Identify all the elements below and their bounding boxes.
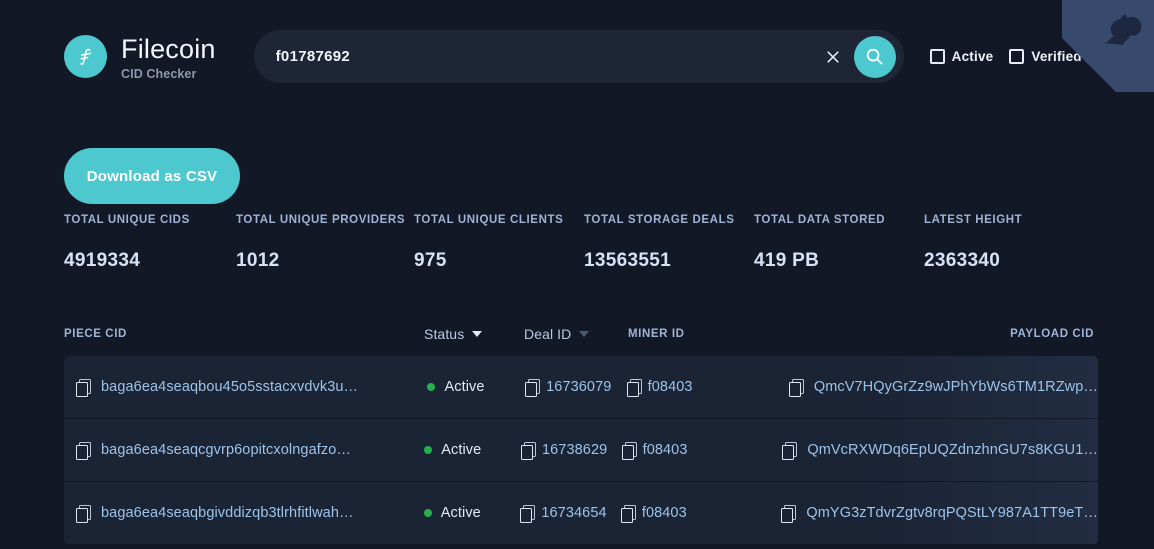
table-header-row: PIECE CID Status Deal ID MINER ID PAYLOA… <box>64 320 1098 348</box>
copy-icon[interactable] <box>521 442 536 459</box>
stat-label-total-unique-cids: TOTAL UNIQUE CIDS <box>64 214 236 250</box>
payload-cid-value: QmYG3zTdvrZgtv8rqPQStLY987A1TT9eT… <box>806 505 1098 521</box>
stat-value-latest-height: 2363340 <box>924 250 1090 272</box>
brand-subtitle: CID Checker <box>121 68 216 81</box>
search-bar[interactable] <box>254 30 904 83</box>
piece-cid-value: baga6ea4seaqbou45o5sstacxvdvk3u… <box>101 379 358 395</box>
copy-icon[interactable] <box>76 379 91 396</box>
column-header-miner-id: MINER ID <box>628 328 788 340</box>
copy-icon[interactable] <box>622 442 637 459</box>
stat-value-total-data-stored: 419 PB <box>754 250 924 272</box>
column-header-deal-id[interactable]: Deal ID <box>524 326 628 342</box>
copy-icon[interactable] <box>525 379 540 396</box>
copy-icon[interactable] <box>76 505 91 522</box>
status-label: Active <box>441 442 481 458</box>
page-title: Filecoin <box>121 35 216 65</box>
app-header: Filecoin CID Checker Active Verified <box>0 0 1154 113</box>
brand-text: Filecoin CID Checker <box>121 33 216 80</box>
cell-miner-id: f08403 <box>627 379 783 396</box>
cell-deal-id: 16736079 <box>525 379 627 396</box>
stat-value-total-storage-deals: 13563551 <box>584 250 754 272</box>
table-row[interactable]: baga6ea4seaqbgivddizqb3tlrhfitlwah… Acti… <box>64 482 1098 545</box>
column-header-status[interactable]: Status <box>424 326 524 342</box>
cell-piece-cid: baga6ea4seaqcgvrp6opitcxolngafzo… <box>76 442 424 459</box>
cell-deal-id: 16734654 <box>520 505 620 522</box>
miner-id-value: f08403 <box>643 442 688 458</box>
copy-icon[interactable] <box>621 505 636 522</box>
chevron-down-icon <box>579 331 589 337</box>
copy-icon[interactable] <box>520 505 535 522</box>
copy-icon[interactable] <box>781 505 796 522</box>
filter-group: Active Verified <box>930 49 1082 64</box>
deal-id-value: 16738629 <box>542 442 607 458</box>
cell-status: Active <box>427 379 525 395</box>
github-octocat-icon <box>1062 0 1154 92</box>
checkbox-verified[interactable] <box>1009 49 1024 64</box>
piece-cid-value: baga6ea4seaqcgvrp6opitcxolngafzo… <box>101 442 351 458</box>
github-corner-link[interactable] <box>1062 0 1154 92</box>
stat-value-total-unique-providers: 1012 <box>236 250 414 272</box>
cell-status: Active <box>424 505 521 521</box>
deal-id-value: 16734654 <box>541 505 606 521</box>
search-input[interactable] <box>276 30 818 83</box>
deals-table: PIECE CID Status Deal ID MINER ID PAYLOA… <box>64 320 1098 545</box>
close-icon[interactable] <box>818 42 848 72</box>
copy-icon[interactable] <box>789 379 804 396</box>
cell-payload-cid: QmcV7HQyGrZz9wJPhYbWs6TM1RZwp… <box>783 379 1098 396</box>
table-body: baga6ea4seaqbou45o5sstacxvdvk3u… Active … <box>64 356 1098 545</box>
search-button[interactable] <box>854 36 896 78</box>
payload-cid-value: QmVcRXWDq6EpUQZdnzhnGU7s8KGU1… <box>807 442 1098 458</box>
cell-piece-cid: baga6ea4seaqbgivddizqb3tlrhfitlwah… <box>76 505 424 522</box>
stat-label-total-storage-deals: TOTAL STORAGE DEALS <box>584 214 754 250</box>
stat-label-latest-height: LATEST HEIGHT <box>924 214 1090 250</box>
chevron-down-icon <box>472 331 482 337</box>
status-badge <box>427 383 435 391</box>
table-row[interactable]: baga6ea4seaqcgvrp6opitcxolngafzo… Active… <box>64 419 1098 482</box>
miner-id-value: f08403 <box>642 505 687 521</box>
table-row[interactable]: baga6ea4seaqbou45o5sstacxvdvk3u… Active … <box>64 356 1098 419</box>
download-csv-button[interactable]: Download as CSV <box>64 148 240 204</box>
payload-cid-value: QmcV7HQyGrZz9wJPhYbWs6TM1RZwp… <box>814 379 1098 395</box>
filecoin-logo-icon <box>64 35 107 78</box>
status-badge <box>424 446 432 454</box>
stat-label-total-unique-providers: TOTAL UNIQUE PROVIDERS <box>236 214 414 250</box>
search-icon <box>865 47 884 66</box>
stat-value-total-unique-clients: 975 <box>414 250 584 272</box>
cell-deal-id: 16738629 <box>521 442 622 459</box>
filter-active[interactable]: Active <box>930 49 994 64</box>
cell-status: Active <box>424 442 521 458</box>
copy-icon[interactable] <box>782 442 797 459</box>
cell-piece-cid: baga6ea4seaqbou45o5sstacxvdvk3u… <box>76 379 427 396</box>
copy-icon[interactable] <box>76 442 91 459</box>
column-header-deal-id-label: Deal ID <box>524 326 571 342</box>
column-header-payload-cid: PAYLOAD CID <box>788 328 1098 340</box>
stat-label-total-unique-clients: TOTAL UNIQUE CLIENTS <box>414 214 584 250</box>
deal-id-value: 16736079 <box>546 379 611 395</box>
column-header-piece-cid: PIECE CID <box>64 328 424 340</box>
stats-row: TOTAL UNIQUE CIDS TOTAL UNIQUE PROVIDERS… <box>64 214 1090 272</box>
stat-value-total-unique-cids: 4919334 <box>64 250 236 272</box>
stat-label-total-data-stored: TOTAL DATA STORED <box>754 214 924 250</box>
cell-miner-id: f08403 <box>621 505 776 522</box>
status-badge <box>424 509 432 517</box>
status-label: Active <box>444 379 484 395</box>
status-label: Active <box>441 505 481 521</box>
miner-id-value: f08403 <box>648 379 693 395</box>
filter-active-label: Active <box>952 49 994 64</box>
checkbox-active[interactable] <box>930 49 945 64</box>
copy-icon[interactable] <box>627 379 642 396</box>
cell-miner-id: f08403 <box>622 442 777 459</box>
cell-payload-cid: QmVcRXWDq6EpUQZdnzhnGU7s8KGU1… <box>776 442 1098 459</box>
column-header-status-label: Status <box>424 326 464 342</box>
piece-cid-value: baga6ea4seaqbgivddizqb3tlrhfitlwah… <box>101 505 354 521</box>
cell-payload-cid: QmYG3zTdvrZgtv8rqPQStLY987A1TT9eT… <box>775 505 1098 522</box>
brand: Filecoin CID Checker <box>64 33 216 80</box>
